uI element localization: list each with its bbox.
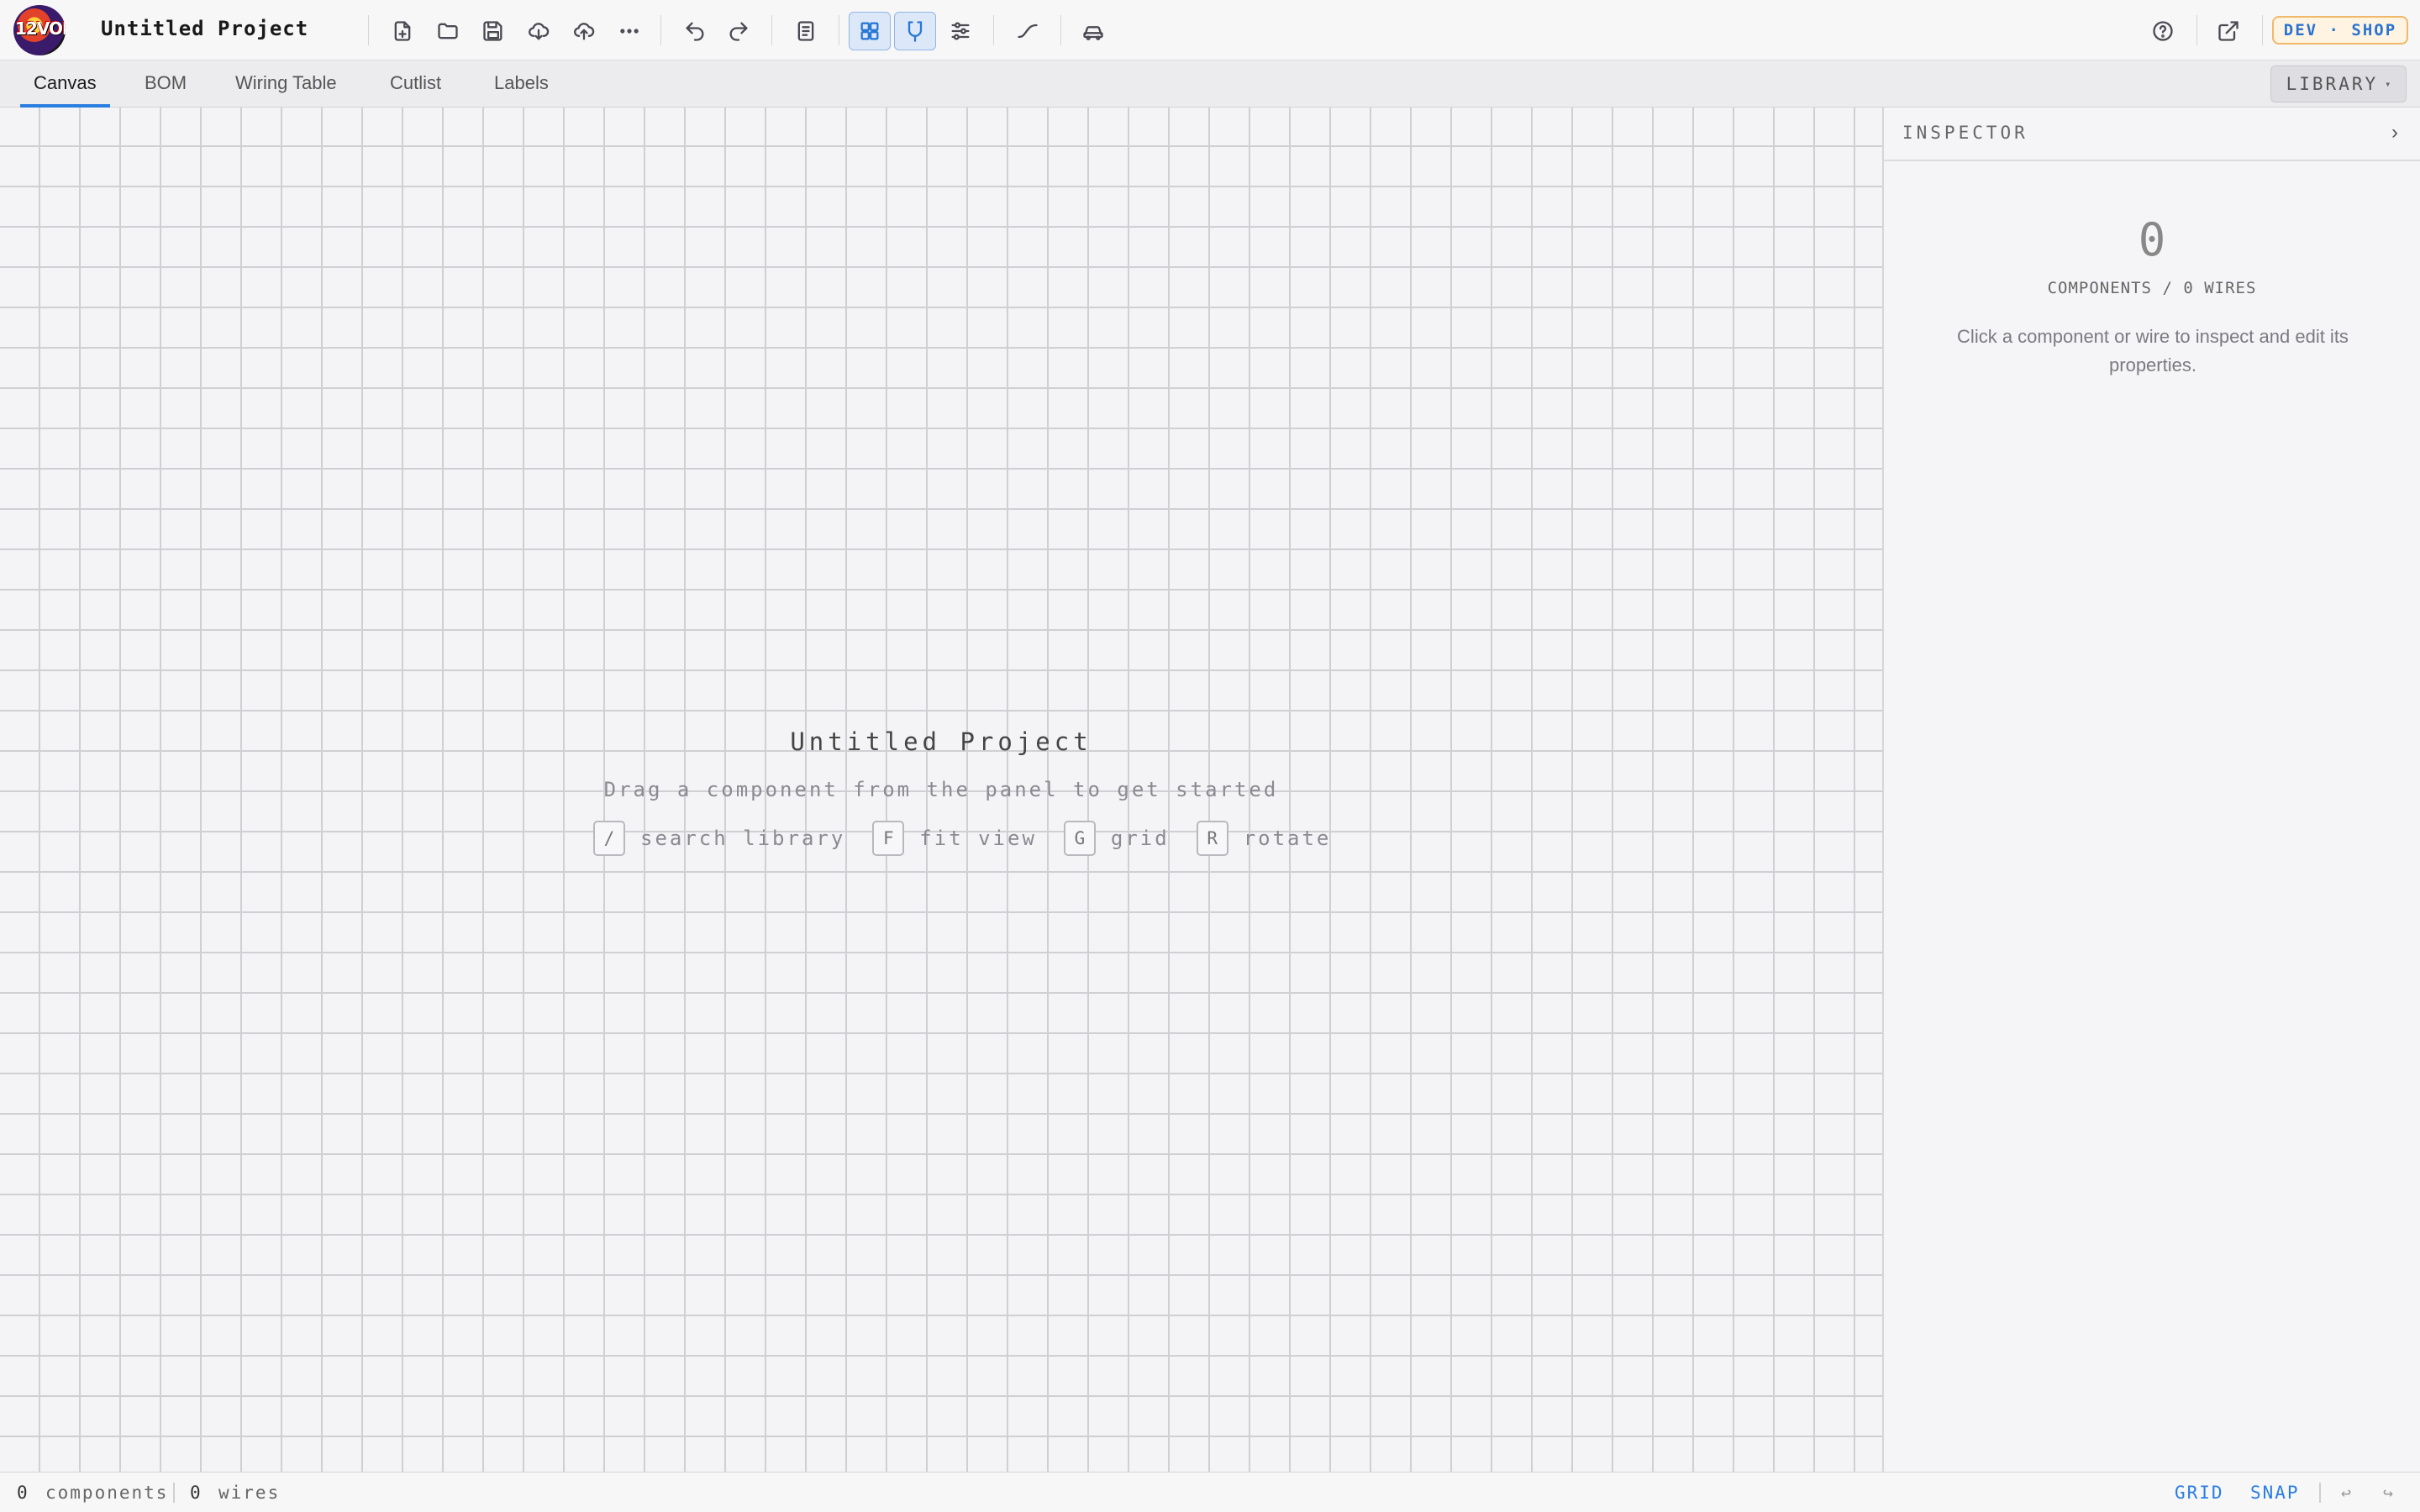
more-button[interactable]	[608, 12, 650, 50]
app-logo[interactable]: 12VOLT	[13, 5, 66, 55]
magnet-icon	[908, 21, 923, 42]
env-badge[interactable]: DEV · SHOP	[2272, 16, 2408, 45]
tab-canvas[interactable]: Canvas	[20, 72, 110, 108]
wires-count: 0	[190, 1483, 203, 1503]
top-toolbar: 12VOLT Untitled Project	[0, 0, 2420, 60]
cloud-download-button[interactable]	[518, 12, 560, 50]
document-icon	[797, 21, 814, 41]
settings-button[interactable]	[939, 12, 981, 50]
floppy-icon	[483, 21, 502, 41]
help-button[interactable]	[2142, 12, 2184, 50]
shortcut-label: search library	[640, 827, 846, 850]
status-divider	[173, 1483, 175, 1503]
inspector-header: INSPECTOR ›	[1884, 108, 2420, 161]
shortcut-key: /	[593, 821, 625, 856]
grid-toggle-button[interactable]	[849, 12, 891, 50]
empty-state-title: Untitled Project	[790, 727, 1092, 756]
inspector-title: INSPECTOR	[1902, 123, 2028, 143]
project-title[interactable]: Untitled Project	[101, 17, 308, 40]
vehicle-button[interactable]	[1072, 12, 1114, 50]
toolbar-divider	[660, 15, 661, 45]
shortcut-hints: / search library F fit view G grid R rot…	[593, 820, 1358, 857]
save-button[interactable]	[472, 12, 514, 50]
components-count: 0	[17, 1483, 29, 1503]
snap-toggle-button[interactable]	[894, 12, 936, 50]
shortcut-label: grid	[1110, 827, 1170, 850]
document-button[interactable]	[785, 12, 827, 50]
wires-label: wires	[218, 1483, 281, 1503]
inspector-help-text: Click a component or wire to inspect and…	[1957, 326, 2349, 375]
sliders-icon	[951, 22, 970, 40]
view-tabs: Canvas BOM Wiring Table Cutlist Labels	[0, 60, 2420, 108]
shortcut-key: G	[1063, 821, 1096, 856]
shortcut-key: R	[1196, 821, 1228, 856]
toolbar-divider	[993, 15, 994, 45]
toolbar-divider	[368, 15, 369, 45]
toolbar-divider	[1060, 15, 1061, 45]
undo-button[interactable]	[674, 12, 716, 50]
car-icon	[1083, 26, 1103, 40]
wire-tool-button[interactable]	[1007, 12, 1049, 50]
new-file-button[interactable]	[381, 12, 424, 50]
open-folder-button[interactable]	[427, 12, 469, 50]
logo-text: 12VOLT	[15, 18, 66, 39]
shortcut-label: rotate	[1243, 827, 1332, 850]
empty-state-subtitle: Drag a component from the panel to get s…	[603, 778, 1279, 801]
status-bar: 0 components 0 wires GRID SNAP ↩ ↪	[0, 1472, 2420, 1512]
tab-cutlist[interactable]: Cutlist	[376, 72, 455, 108]
external-link-icon	[2218, 21, 2238, 41]
redo-button[interactable]	[718, 12, 760, 50]
components-label: components	[45, 1483, 169, 1503]
toolbar-divider	[771, 15, 772, 45]
shortcut-key: F	[872, 821, 905, 856]
grid-icon	[860, 22, 879, 40]
help-circle-icon	[2153, 21, 2173, 41]
toolbar-divider	[2262, 15, 2263, 45]
schematic-canvas[interactable]: Untitled Project Drag a component from t…	[0, 108, 1882, 1472]
snap-status-toggle[interactable]: SNAP	[2250, 1483, 2300, 1503]
chevron-down-icon: ▾	[2385, 78, 2391, 90]
cloud-download-icon	[529, 23, 550, 40]
shortcut-label: fit view	[919, 827, 1037, 850]
tab-bom[interactable]: BOM	[131, 72, 200, 108]
folder-icon	[438, 23, 458, 39]
cloud-upload-button[interactable]	[563, 12, 605, 50]
redo-icon	[729, 22, 748, 41]
component-wire-summary: COMPONENTS / 0 WIRES	[2047, 279, 2257, 297]
library-button-label: LIBRARY	[2286, 74, 2379, 94]
file-plus-icon	[394, 21, 411, 41]
toolbar-divider	[2196, 15, 2197, 45]
inspector-panel: INSPECTOR › 0 COMPONENTS / 0 WIRES Click…	[1882, 108, 2420, 1472]
wire-curve-icon	[1018, 24, 1038, 39]
component-count: 0	[2138, 213, 2166, 266]
grid-status-toggle[interactable]: GRID	[2175, 1483, 2224, 1503]
redo-icon[interactable]: ↪	[2383, 1483, 2393, 1503]
cloud-upload-icon	[574, 23, 595, 40]
undo-icon[interactable]: ↩	[2341, 1483, 2351, 1503]
tab-labels[interactable]: Labels	[481, 72, 562, 108]
status-divider	[2319, 1483, 2321, 1503]
library-button[interactable]: LIBRARY ▾	[2270, 66, 2407, 102]
external-link-button[interactable]	[2207, 12, 2249, 50]
tab-wiring-table[interactable]: Wiring Table	[222, 72, 350, 108]
ellipsis-icon	[620, 29, 639, 34]
undo-icon	[686, 22, 704, 41]
chevron-right-icon[interactable]: ›	[2391, 121, 2398, 144]
